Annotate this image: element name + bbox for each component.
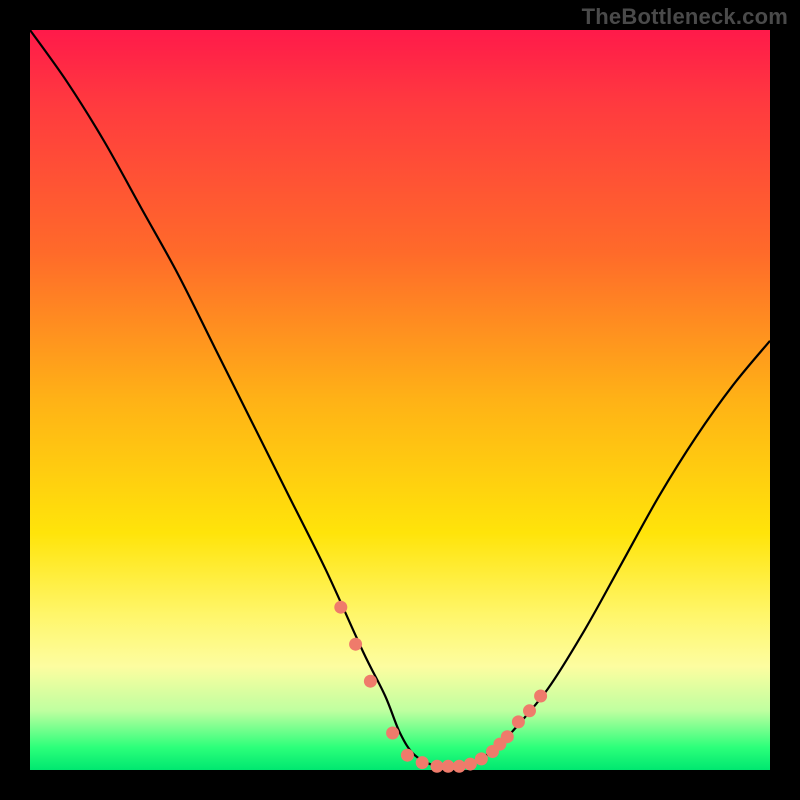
highlight-dot: [334, 601, 347, 614]
plot-area: [30, 30, 770, 770]
curve-layer: [30, 30, 770, 770]
highlight-dot: [401, 749, 414, 762]
highlight-dot: [442, 760, 455, 773]
highlight-dot: [464, 758, 477, 771]
watermark-text: TheBottleneck.com: [582, 4, 788, 30]
highlight-dot: [475, 752, 488, 765]
highlight-dot: [349, 638, 362, 651]
bottleneck-curve: [30, 30, 770, 767]
highlight-dot: [453, 760, 466, 773]
highlight-dots: [334, 601, 547, 773]
highlight-dot: [416, 756, 429, 769]
highlight-dot: [364, 675, 377, 688]
highlight-dot: [431, 760, 444, 773]
highlight-dot: [501, 730, 514, 743]
highlight-dot: [523, 704, 536, 717]
highlight-dot: [534, 690, 547, 703]
highlight-dot: [512, 715, 525, 728]
highlight-dot: [386, 727, 399, 740]
chart-frame: TheBottleneck.com: [0, 0, 800, 800]
